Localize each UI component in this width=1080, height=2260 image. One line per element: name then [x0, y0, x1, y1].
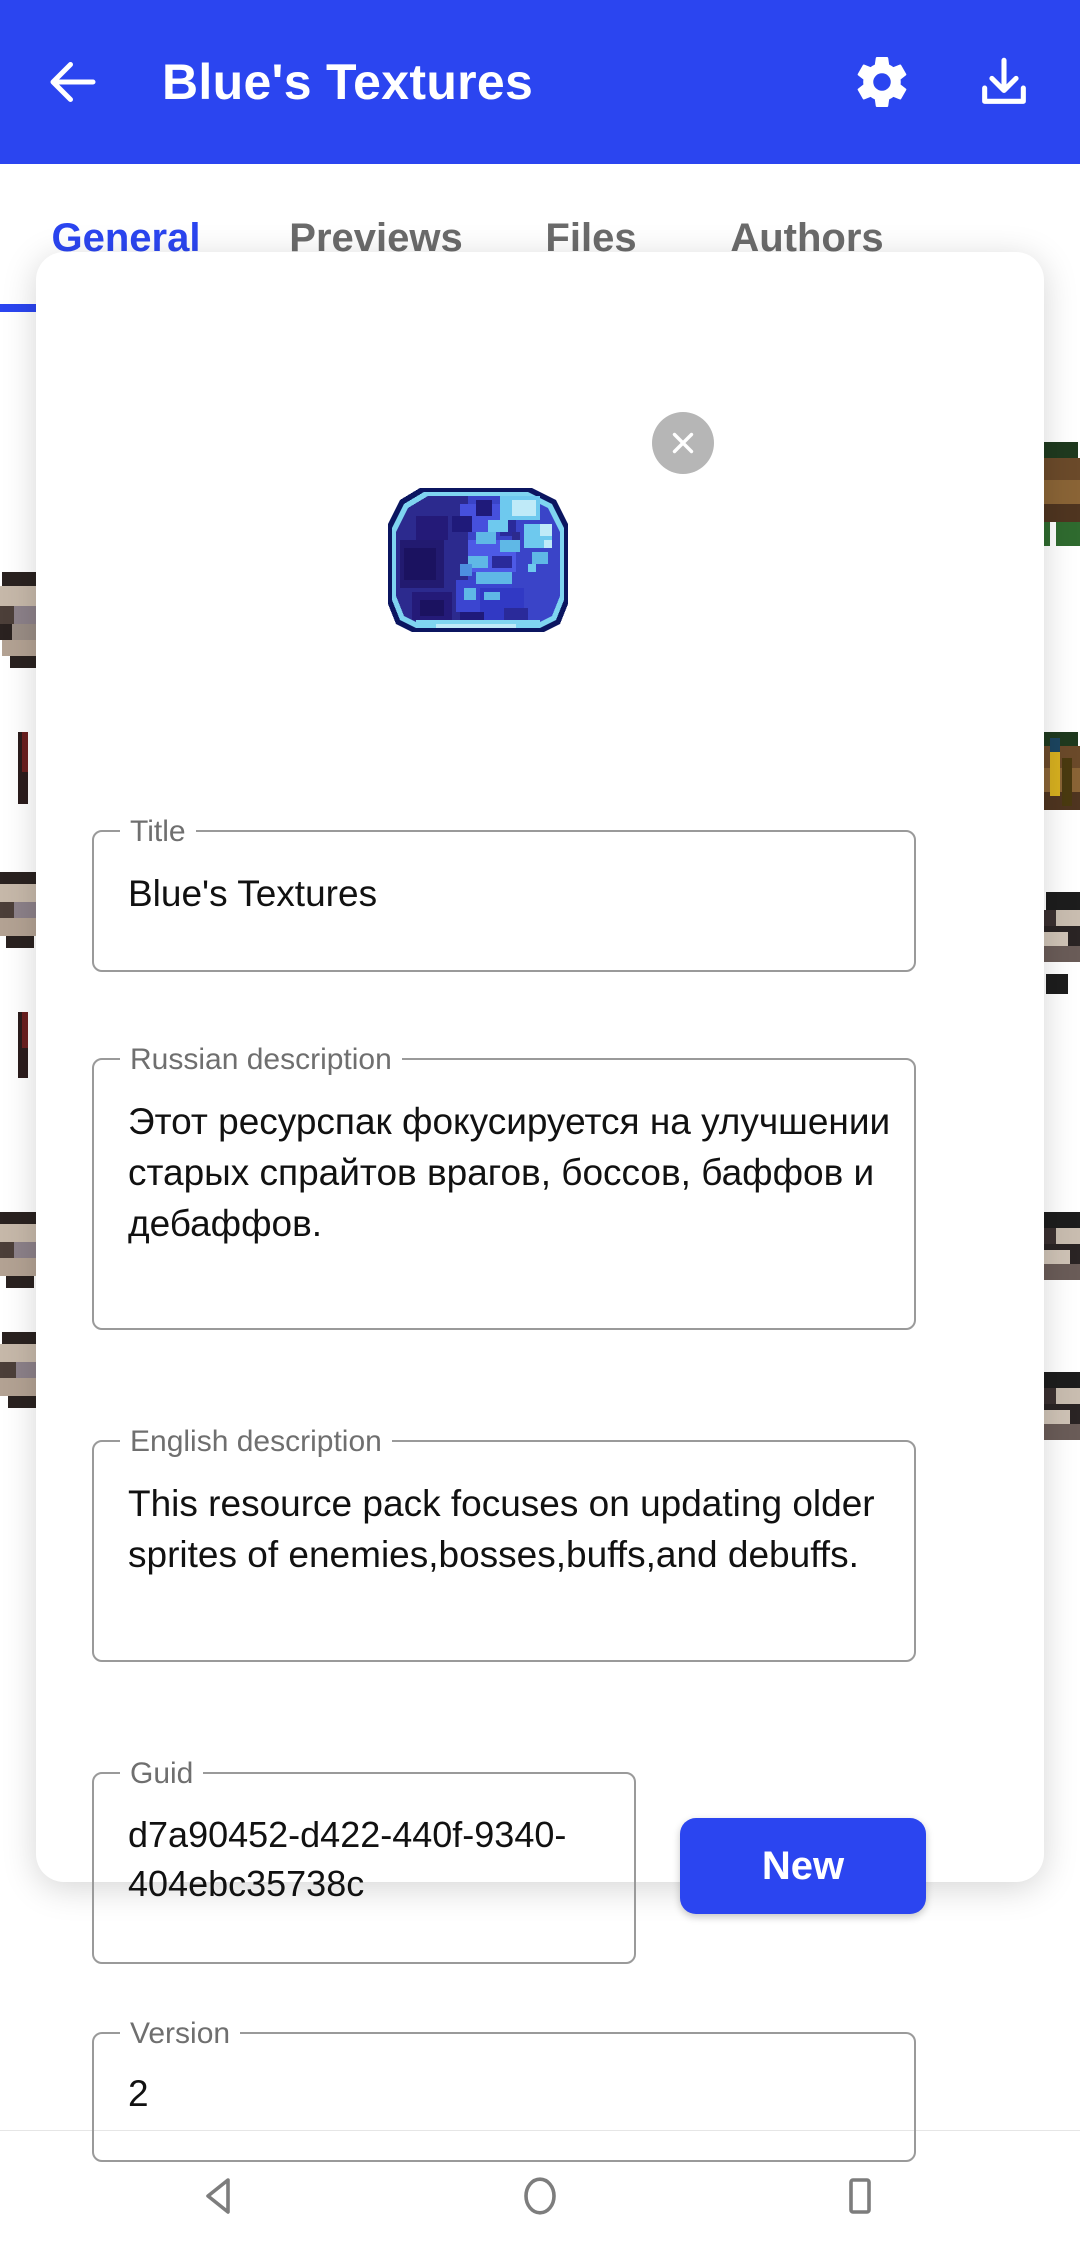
english-description-value: This resource pack focuses on updating o… — [128, 1483, 885, 1575]
back-button[interactable] — [36, 45, 110, 119]
title-field[interactable]: Title Blue's Textures — [92, 815, 916, 972]
nav-back-button[interactable] — [175, 2151, 265, 2241]
english-description-legend: English description — [120, 1425, 392, 1459]
new-guid-button[interactable]: New — [680, 1818, 926, 1914]
close-icon — [672, 432, 694, 454]
app-screen: Blue's Textures General Previews Files A… — [0, 0, 1080, 2260]
nav-home-icon — [524, 2176, 556, 2215]
nav-back-icon — [206, 2177, 230, 2214]
guid-field-value: d7a90452-d422-440f-9340-404ebc35738c — [128, 1814, 567, 1904]
russian-description-legend: Russian description — [120, 1043, 402, 1077]
settings-button[interactable] — [842, 42, 922, 122]
russian-description-field[interactable]: Russian description Этот ресурспак фокус… — [92, 1043, 916, 1330]
pack-icon — [380, 484, 576, 636]
russian-description-value: Этот ресурспак фокусируется на улучшении… — [128, 1101, 901, 1244]
blue-slime-sprite — [388, 488, 568, 632]
app-bar: Blue's Textures — [0, 0, 1080, 164]
english-description-field[interactable]: English description This resource pack f… — [92, 1425, 916, 1662]
arrow-left-icon — [50, 62, 96, 102]
version-field[interactable]: Version 2 — [92, 2017, 916, 2162]
version-field-value: 2 — [128, 2073, 149, 2114]
page-title: Blue's Textures — [162, 54, 534, 110]
guid-field-legend: Guid — [120, 1757, 204, 1791]
guid-field[interactable]: Guid d7a90452-d422-440f-9340-404ebc35738… — [92, 1757, 636, 1964]
title-field-value: Blue's Textures — [128, 873, 378, 914]
nav-home-button[interactable] — [495, 2151, 585, 2241]
download-icon — [982, 57, 1026, 104]
close-dialog-button[interactable] — [652, 412, 714, 474]
title-field-legend: Title — [120, 815, 196, 849]
nav-recents-button[interactable] — [815, 2151, 905, 2241]
version-field-legend: Version — [120, 2017, 241, 2051]
nav-recents-icon — [849, 2177, 871, 2214]
download-button[interactable] — [964, 42, 1044, 122]
gear-icon — [857, 56, 907, 107]
